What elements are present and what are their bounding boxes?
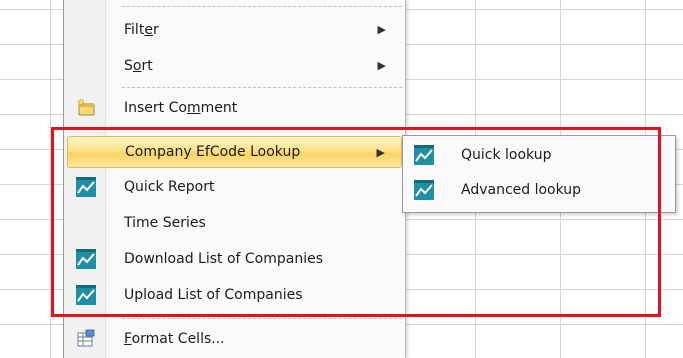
menu-item-company-efcode-lookup[interactable]: Company EfCode Lookup ▶ xyxy=(67,136,402,168)
chart-icon xyxy=(405,139,443,171)
submenu-arrow-icon: ▶ xyxy=(377,59,386,72)
format-cells-icon xyxy=(67,323,105,355)
menu-item-icon-slot xyxy=(67,50,105,82)
menu-separator xyxy=(122,87,402,88)
menu-item-label: Insert Comment xyxy=(124,100,238,116)
menu-item-label: Sort xyxy=(124,58,153,74)
menu-item-label: Time Series xyxy=(124,215,206,231)
menu-item-label: Upload List of Companies xyxy=(124,287,303,303)
menu-separator xyxy=(122,6,402,7)
menu-item-label: Format Cells... xyxy=(124,331,225,347)
submenu-arrow-icon: ▶ xyxy=(377,23,386,36)
menu-item-sort[interactable]: Sort ▶ xyxy=(67,50,402,82)
menu-item-download-list[interactable]: Download List of Companies xyxy=(67,243,402,275)
menu-item-insert-comment[interactable]: Insert Comment xyxy=(67,92,402,124)
menu-separator xyxy=(122,127,402,128)
submenu-item-quick-lookup[interactable]: Quick lookup xyxy=(405,138,671,172)
menu-item-label: Quick Report xyxy=(124,179,215,195)
submenu-item-label: Advanced lookup xyxy=(461,182,582,198)
chart-icon xyxy=(67,243,105,275)
menu-item-filter[interactable]: Filter ▶ xyxy=(67,14,402,46)
chart-icon xyxy=(67,279,105,311)
menu-item-icon-slot xyxy=(67,14,105,46)
menu-item-label: Company EfCode Lookup xyxy=(125,144,301,160)
insert-comment-icon xyxy=(67,92,105,124)
submenu-item-advanced-lookup[interactable]: Advanced lookup xyxy=(405,173,671,207)
efcode-lookup-submenu: Quick lookup Advanced lookup xyxy=(402,135,676,213)
chart-icon xyxy=(67,171,105,203)
context-menu: Filter ▶ Sort ▶ Insert Comment Company E… xyxy=(63,0,406,358)
menu-item-label: Filter xyxy=(124,22,159,38)
menu-item-format-cells[interactable]: Format Cells... xyxy=(67,323,402,355)
menu-item-icon-slot xyxy=(67,207,105,239)
menu-item-label: Download List of Companies xyxy=(124,251,324,267)
menu-item-quick-report[interactable]: Quick Report xyxy=(67,171,402,203)
submenu-item-label: Quick lookup xyxy=(461,147,552,163)
chart-icon xyxy=(405,174,443,206)
menu-item-icon-slot xyxy=(68,136,106,168)
submenu-arrow-icon: ▶ xyxy=(376,146,385,159)
menu-separator xyxy=(122,318,402,319)
menu-item-time-series[interactable]: Time Series xyxy=(67,207,402,239)
menu-item-upload-list[interactable]: Upload List of Companies xyxy=(67,279,402,311)
